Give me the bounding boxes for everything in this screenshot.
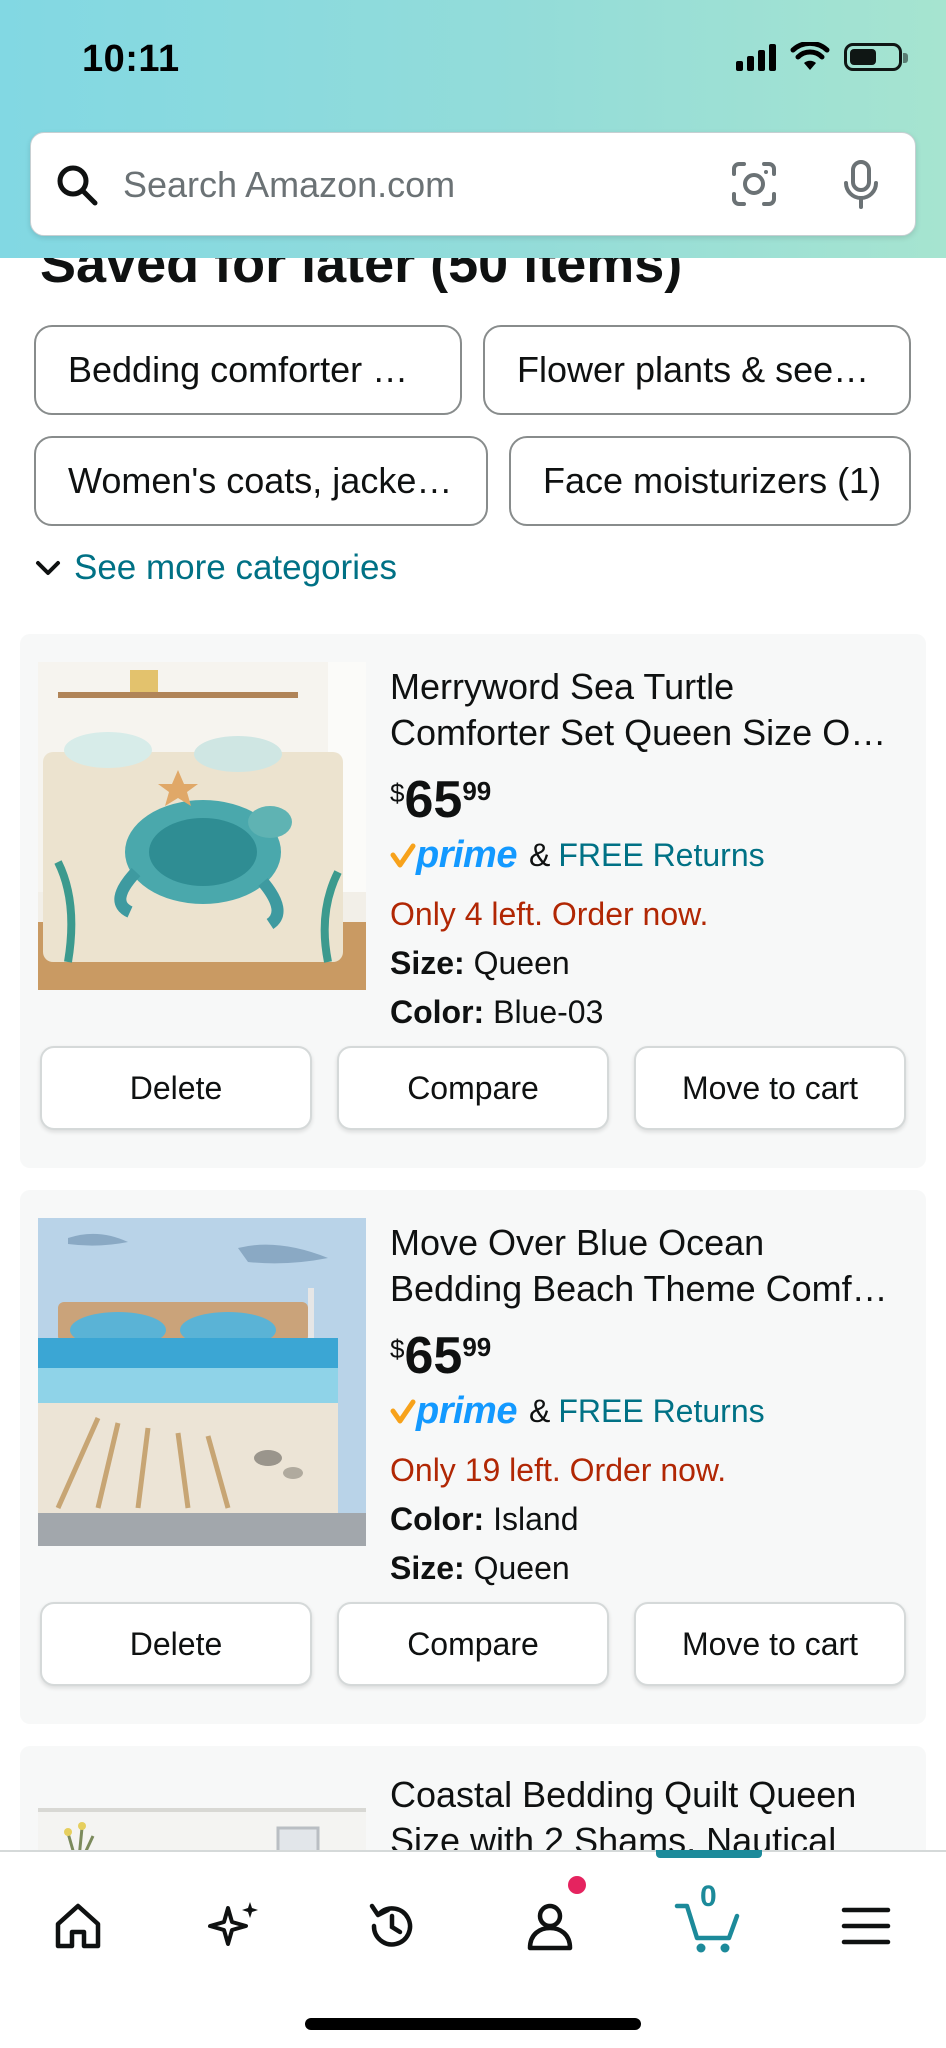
compare-button[interactable]: Compare bbox=[337, 1602, 609, 1686]
search-input[interactable] bbox=[123, 155, 683, 215]
category-chip-bedding[interactable]: Bedding comforter … bbox=[34, 325, 462, 415]
free-returns-link[interactable]: FREE Returns bbox=[558, 1393, 764, 1430]
attribute-label: Size: bbox=[390, 945, 465, 981]
cart-count: 0 bbox=[700, 1880, 717, 1913]
home-indicator bbox=[305, 2018, 641, 2030]
search-icon bbox=[57, 165, 98, 206]
prime-check-icon bbox=[390, 1399, 416, 1423]
product-attribute-color: Color: Island bbox=[390, 1501, 578, 1538]
category-chip-womens-coats[interactable]: Women's coats, jacke… bbox=[34, 436, 488, 526]
product-title[interactable]: Merryword Sea Turtle Comforter Set Queen… bbox=[390, 664, 910, 756]
chevron-down-icon bbox=[36, 561, 60, 575]
menu-icon bbox=[841, 1907, 891, 1945]
ai-sparkle-icon bbox=[208, 1902, 258, 1946]
price-currency: $ bbox=[390, 1334, 405, 1364]
product-title-line: Bedding Beach Theme Comf… bbox=[390, 1268, 888, 1309]
free-returns-link[interactable]: FREE Returns bbox=[558, 837, 764, 874]
ampersand: & bbox=[528, 1393, 551, 1429]
prime-returns-row: prime & FREE Returns bbox=[390, 1390, 765, 1433]
category-chip-face-moisturizers[interactable]: Face moisturizers (1) bbox=[509, 436, 911, 526]
notification-badge bbox=[568, 1876, 586, 1894]
compare-button[interactable]: Compare bbox=[337, 1046, 609, 1130]
move-to-cart-button[interactable]: Move to cart bbox=[634, 1046, 906, 1130]
product-image-blue-ocean[interactable] bbox=[38, 1218, 366, 1546]
price-fraction: 99 bbox=[462, 1332, 492, 1362]
price-whole: 65 bbox=[404, 1327, 463, 1385]
account-icon bbox=[527, 1903, 573, 1951]
product-attribute-size: Size: Queen bbox=[390, 1550, 570, 1587]
cellular-signal-icon bbox=[736, 43, 776, 71]
product-title-line: Merryword Sea Turtle bbox=[390, 666, 735, 707]
stock-warning: Only 4 left. Order now. bbox=[390, 896, 709, 932]
active-tab-indicator bbox=[656, 1850, 762, 1858]
tab-menu[interactable] bbox=[826, 1886, 906, 1966]
ampersand: & bbox=[528, 837, 551, 873]
attribute-label: Size: bbox=[390, 1550, 465, 1586]
product-price: $ 65 99 bbox=[390, 772, 491, 828]
tab-rufus-ai[interactable] bbox=[194, 1886, 274, 1966]
category-chip-flower-plants[interactable]: Flower plants & see… bbox=[483, 325, 911, 415]
prime-label: prime bbox=[416, 834, 517, 876]
product-title[interactable]: Move Over Blue Ocean Bedding Beach Theme… bbox=[390, 1220, 910, 1312]
home-icon bbox=[55, 1903, 101, 1949]
product-attribute-color: Color: Blue-03 bbox=[390, 994, 603, 1031]
product-attribute-size: Size: Queen bbox=[390, 945, 570, 982]
search-bar[interactable] bbox=[30, 132, 916, 236]
prime-logo: prime bbox=[390, 834, 517, 877]
bottom-tab-bar: 0 bbox=[0, 1850, 946, 2048]
attribute-label: Color: bbox=[390, 1501, 485, 1537]
history-icon bbox=[369, 1903, 413, 1947]
see-more-label: See more categories bbox=[74, 548, 397, 587]
product-image-sea-turtle[interactable] bbox=[38, 662, 366, 990]
see-more-categories-link[interactable]: See more categories bbox=[34, 548, 397, 588]
camera-lens-icon[interactable] bbox=[731, 161, 777, 207]
product-title-line: Move Over Blue Ocean bbox=[390, 1222, 765, 1263]
attribute-value: Queen bbox=[473, 1550, 570, 1586]
microphone-icon[interactable] bbox=[841, 159, 881, 211]
tab-account[interactable] bbox=[510, 1886, 590, 1966]
status-icons bbox=[736, 42, 908, 72]
prime-check-icon bbox=[390, 843, 416, 867]
delete-button[interactable]: Delete bbox=[40, 1602, 312, 1686]
wifi-icon bbox=[790, 42, 830, 70]
prime-returns-row: prime & FREE Returns bbox=[390, 834, 765, 877]
product-title-line: Coastal Bedding Quilt Queen bbox=[390, 1774, 857, 1815]
move-to-cart-button[interactable]: Move to cart bbox=[634, 1602, 906, 1686]
status-time: 10:11 bbox=[82, 38, 180, 80]
price-fraction: 99 bbox=[462, 776, 492, 806]
app-header: 10:11 bbox=[0, 0, 946, 258]
battery-icon bbox=[844, 43, 908, 71]
delete-button[interactable]: Delete bbox=[40, 1046, 312, 1130]
prime-logo: prime bbox=[390, 1390, 517, 1433]
product-title-line: Comforter Set Queen Size O… bbox=[390, 712, 887, 753]
stock-warning: Only 19 left. Order now. bbox=[390, 1452, 727, 1488]
attribute-value: Queen bbox=[473, 945, 570, 981]
attribute-label: Color: bbox=[390, 994, 485, 1030]
tab-buy-again[interactable] bbox=[352, 1886, 432, 1966]
price-currency: $ bbox=[390, 778, 405, 808]
saved-item-card: Move Over Blue Ocean Bedding Beach Theme… bbox=[20, 1190, 926, 1724]
product-price: $ 65 99 bbox=[390, 1328, 491, 1384]
price-whole: 65 bbox=[404, 771, 463, 829]
attribute-value: Island bbox=[493, 1501, 579, 1537]
prime-label: prime bbox=[416, 1390, 517, 1432]
saved-item-card: Merryword Sea Turtle Comforter Set Queen… bbox=[20, 634, 926, 1168]
attribute-value: Blue-03 bbox=[493, 994, 604, 1030]
tab-home[interactable] bbox=[38, 1886, 118, 1966]
